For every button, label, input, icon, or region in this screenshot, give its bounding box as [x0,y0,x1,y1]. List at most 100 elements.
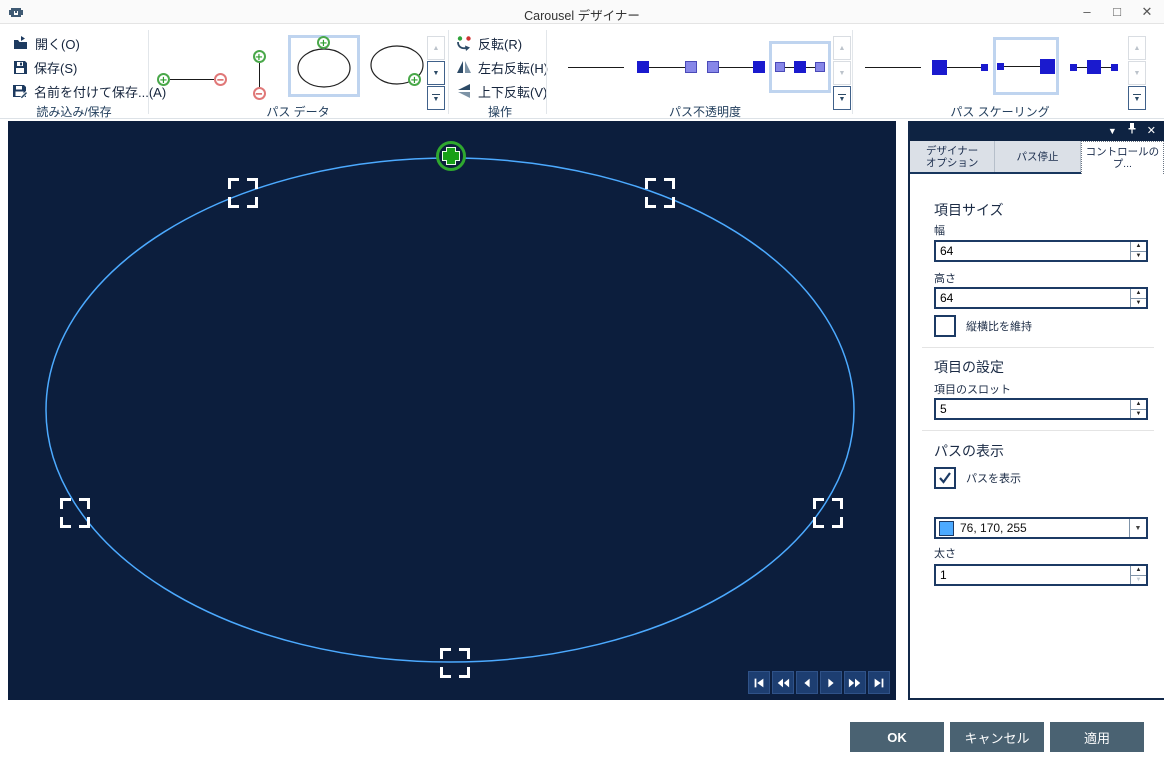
item-slot-marker-5[interactable] [440,648,470,678]
item-slot-marker-4[interactable] [813,498,843,528]
up-arrow-icon: ▲ [839,45,846,52]
panel-header: ▼ ✕ [910,121,1164,141]
ok-button[interactable]: OK [850,722,944,752]
tab-label: コントロールのプ... [1082,146,1163,170]
tab-label: パス停止 [1016,151,1058,163]
path-data-option-ellipse-top-selected[interactable]: + [288,35,360,97]
item-slot-marker-3[interactable] [60,498,90,528]
opacity-option-fade-out[interactable] [634,47,700,87]
open-icon [12,35,29,52]
save-as-icon [12,83,28,99]
height-field: ▲ ▼ [934,287,1148,309]
opacity-scroll-down-button[interactable]: ▼ [833,61,851,85]
opacity-scroll-up-button[interactable]: ▲ [833,36,851,60]
ribbon: 開く(O) 保存(S) 名前を付けて保存...(A) 読み込み/保存 +− +−… [0,25,1164,119]
design-canvas[interactable] [8,121,896,700]
path-data-scroll-up-button[interactable]: ▲ [427,36,445,60]
save-menu-item[interactable]: 保存(S) [12,56,77,78]
thickness-input[interactable] [936,566,1130,584]
panel-close-button[interactable]: ✕ [1147,121,1156,141]
skip-last-icon [872,676,886,690]
dropdown-arrow-icon: ▼ [1134,96,1141,103]
width-spin-down-button[interactable]: ▼ [1131,252,1146,261]
scaling-scroll-down-button[interactable]: ▼ [1128,61,1146,85]
height-input[interactable] [936,289,1130,307]
rewind-icon [776,676,790,690]
path-data-scroll-down-button[interactable]: ▼ [427,61,445,85]
scaling-option-none[interactable] [862,47,924,87]
scaling-option-shrink[interactable] [928,41,992,93]
slots-spin-down-button[interactable]: ▼ [1131,410,1146,419]
opacity-option-fade-in[interactable] [705,47,767,87]
height-spin-down-button[interactable]: ▼ [1131,299,1146,308]
item-slot-marker-1[interactable] [228,178,258,208]
show-path-label: パスを表示 [966,470,1021,486]
path-data-gallery-dropdown-button[interactable]: ▼ [427,86,445,110]
panel-menu-button[interactable]: ▼ [1108,121,1117,141]
scaling-option-grow-selected[interactable] [993,37,1059,95]
opacity-group-label: パス不透明度 [620,103,790,120]
height-spin-up-button[interactable]: ▲ [1131,289,1146,299]
path-start-point-handle[interactable] [434,139,468,178]
up-arrow-icon: ▲ [1134,45,1141,52]
open-menu-item[interactable]: 開く(O) [12,32,80,54]
opacity-gallery-dropdown-button[interactable]: ▼ [833,86,851,110]
add-point-icon: + [157,73,170,86]
scaling-gallery-dropdown-button[interactable]: ▼ [1128,86,1146,110]
tab-designer-options[interactable]: デザイナー オプション [910,141,995,172]
add-point-icon: + [317,36,330,49]
thickness-spin-down-button[interactable]: ▼ [1131,576,1146,585]
down-arrow-icon: ▼ [1134,70,1141,77]
width-label: 幅 [934,222,945,238]
path-display-section-title: パスの表示 [934,441,1004,461]
item-size-section-title: 項目サイズ [934,200,1004,220]
previous-slot-button[interactable] [796,671,818,694]
flip-horizontal-menu-item[interactable]: 左右反転(H) [456,56,548,78]
apply-button[interactable]: 適用 [1050,722,1144,752]
operations-group-label: 操作 [456,103,544,120]
scaling-option-grow-shrink[interactable] [1062,41,1126,93]
slots-spin-up-button[interactable]: ▲ [1131,400,1146,410]
flip-vertical-menu-item[interactable]: 上下反転(V) [456,80,547,102]
invert-menu-item[interactable]: 反転(R) [456,32,522,54]
item-slot-marker-2[interactable] [645,178,675,208]
tab-label: オプション [926,157,979,169]
slots-input[interactable] [936,400,1130,418]
show-path-checkbox[interactable] [934,467,956,489]
last-slot-button[interactable] [868,671,890,694]
maximize-button[interactable]: □ [1104,2,1130,22]
slots-field: ▲ ▼ [934,398,1148,420]
rewind-button[interactable] [772,671,794,694]
tab-control-properties[interactable]: コントロールのプ... [1081,141,1164,174]
invert-icon [456,35,472,51]
item-settings-section-title: 項目の設定 [934,357,1004,377]
path-color-combobox[interactable]: 76, 170, 255 ▼ [934,517,1148,539]
add-point-icon: + [253,50,266,63]
pin-icon[interactable] [1127,121,1137,141]
path-data-option-line-horizontal[interactable]: +− [154,53,230,105]
tab-label: デザイナー [926,145,978,157]
keep-aspect-checkbox[interactable] [934,315,956,337]
path-data-option-ellipse-bottom[interactable]: + [366,39,428,95]
flip-vertical-label: 上下反転(V) [478,82,547,101]
cancel-button[interactable]: キャンセル [950,722,1044,752]
dropdown-arrow-icon: ▼ [839,96,846,103]
opacity-option-fade-in-out-selected[interactable] [769,41,831,93]
forward-button[interactable] [844,671,866,694]
scaling-scroll-up-button[interactable]: ▲ [1128,36,1146,60]
minimize-button[interactable]: – [1074,2,1100,22]
width-spin-up-button[interactable]: ▲ [1131,242,1146,252]
thickness-spin-up-button[interactable]: ▲ [1131,566,1146,576]
close-button[interactable]: ✕ [1134,2,1160,22]
color-dropdown-button[interactable]: ▼ [1129,519,1146,537]
tab-path-stops[interactable]: パス停止 [995,141,1080,172]
width-input[interactable] [936,242,1130,260]
save-as-menu-item[interactable]: 名前を付けて保存...(A) [12,80,166,102]
carousel-path-ellipse [8,121,896,700]
first-slot-button[interactable] [748,671,770,694]
opacity-option-none[interactable] [565,47,627,87]
next-slot-button[interactable] [820,671,842,694]
show-path-row: パスを表示 [934,467,1021,489]
dropdown-arrow-icon: ▼ [433,96,440,103]
panel-tabs: デザイナー オプション パス停止 コントロールのプ... [910,141,1164,174]
